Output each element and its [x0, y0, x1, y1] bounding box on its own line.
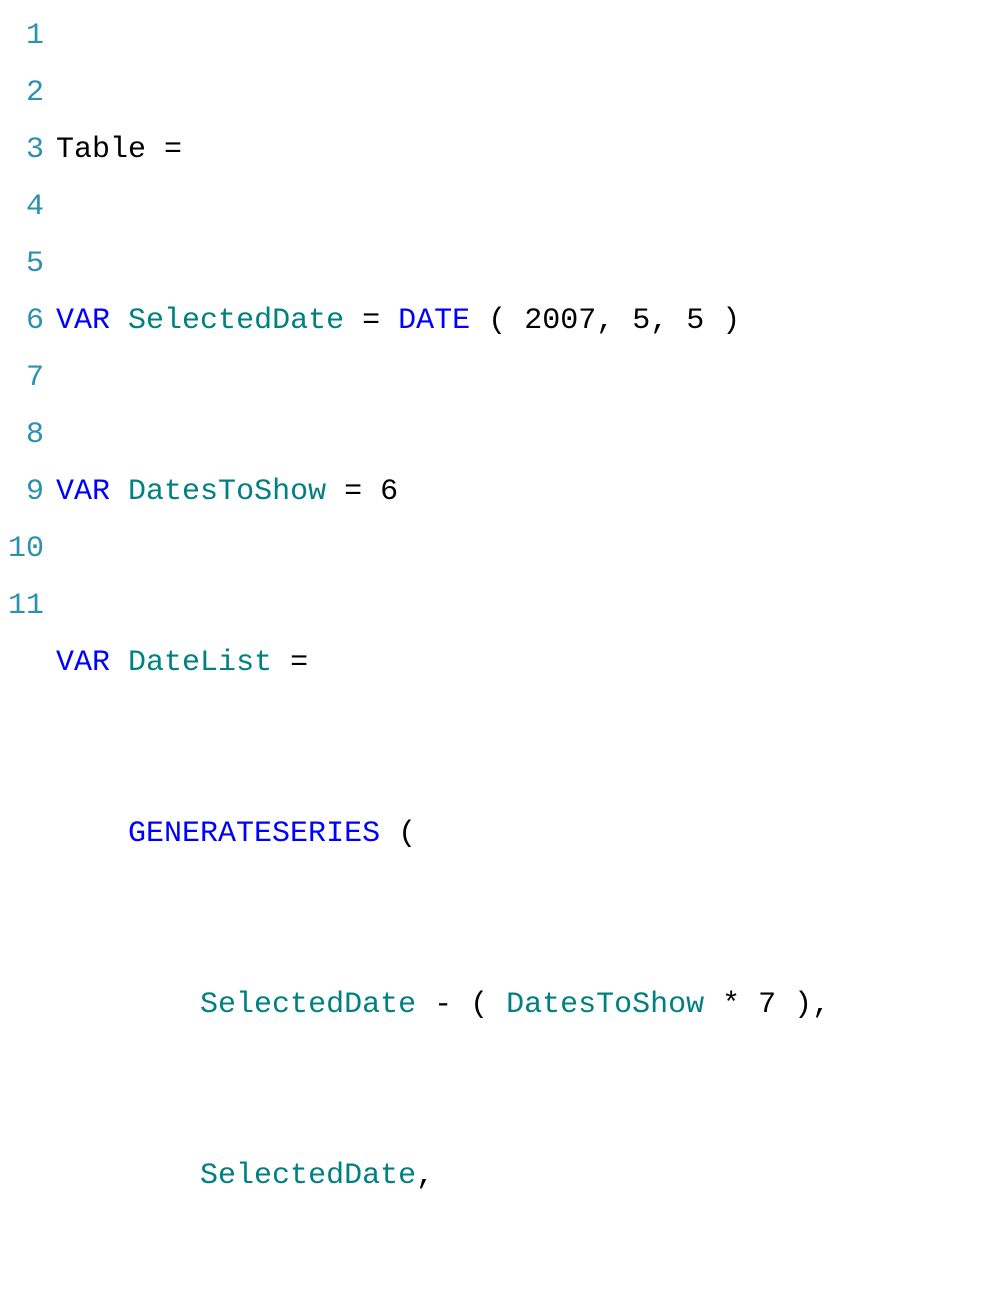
identifier: SelectedDate: [200, 988, 416, 1022]
space: [470, 304, 488, 338]
number-literal: 6: [380, 475, 398, 509]
line-number: 3: [8, 122, 44, 179]
space: [326, 475, 344, 509]
paren-close: ): [722, 304, 740, 338]
keyword-var: VAR: [56, 304, 110, 338]
indent: [56, 817, 128, 851]
line-number: 11: [8, 578, 44, 635]
indent: [56, 988, 200, 1022]
identifier: SelectedDate: [200, 1159, 416, 1193]
line-number: 9: [8, 464, 44, 521]
space: [110, 646, 128, 680]
line-number: 1: [8, 8, 44, 65]
line-number: 7: [8, 350, 44, 407]
line-number: 8: [8, 407, 44, 464]
space: [110, 475, 128, 509]
identifier: DatesToShow: [128, 475, 326, 509]
code-editor: 1 2 3 4 5 6 7 8 9 10 11 Table = VAR Sele…: [8, 8, 989, 1292]
space: [362, 475, 380, 509]
code-line: SelectedDate,: [56, 1148, 830, 1205]
code-area[interactable]: Table = VAR SelectedDate = DATE ( 2007, …: [56, 8, 830, 1292]
operator-group: - (: [416, 988, 506, 1022]
paren-open: (: [488, 304, 506, 338]
identifier: DateList: [128, 646, 272, 680]
space: [344, 304, 362, 338]
space: [110, 304, 128, 338]
line-number: 10: [8, 521, 44, 578]
operator-eq: =: [164, 133, 182, 167]
function-name: GENERATESERIES: [128, 817, 380, 851]
arguments: 2007, 5, 5: [506, 304, 722, 338]
code-line: SelectedDate - ( DatesToShow * 7 ),: [56, 977, 830, 1034]
line-number-gutter: 1 2 3 4 5 6 7 8 9 10 11: [8, 8, 56, 1292]
code-line: GENERATESERIES (: [56, 806, 830, 863]
space: [272, 646, 290, 680]
line-number: 4: [8, 179, 44, 236]
paren-open: (: [398, 817, 416, 851]
line-number: 2: [8, 65, 44, 122]
operator-eq: =: [290, 646, 308, 680]
line-number: 6: [8, 293, 44, 350]
keyword-var: VAR: [56, 475, 110, 509]
indent: [56, 1159, 200, 1193]
identifier: Table: [56, 133, 164, 167]
function-name: DATE: [398, 304, 470, 338]
code-line: VAR SelectedDate = DATE ( 2007, 5, 5 ): [56, 293, 830, 350]
code-line: VAR DateList =: [56, 635, 830, 692]
operator-eq: =: [362, 304, 380, 338]
keyword-var: VAR: [56, 646, 110, 680]
space: [380, 817, 398, 851]
space: [380, 304, 398, 338]
operator-eq: =: [344, 475, 362, 509]
operator-group: * 7 ),: [704, 988, 830, 1022]
code-line: VAR DatesToShow = 6: [56, 464, 830, 521]
identifier: DatesToShow: [506, 988, 704, 1022]
identifier: SelectedDate: [128, 304, 344, 338]
comma: ,: [416, 1159, 434, 1193]
line-number: 5: [8, 236, 44, 293]
code-line: Table =: [56, 122, 830, 179]
